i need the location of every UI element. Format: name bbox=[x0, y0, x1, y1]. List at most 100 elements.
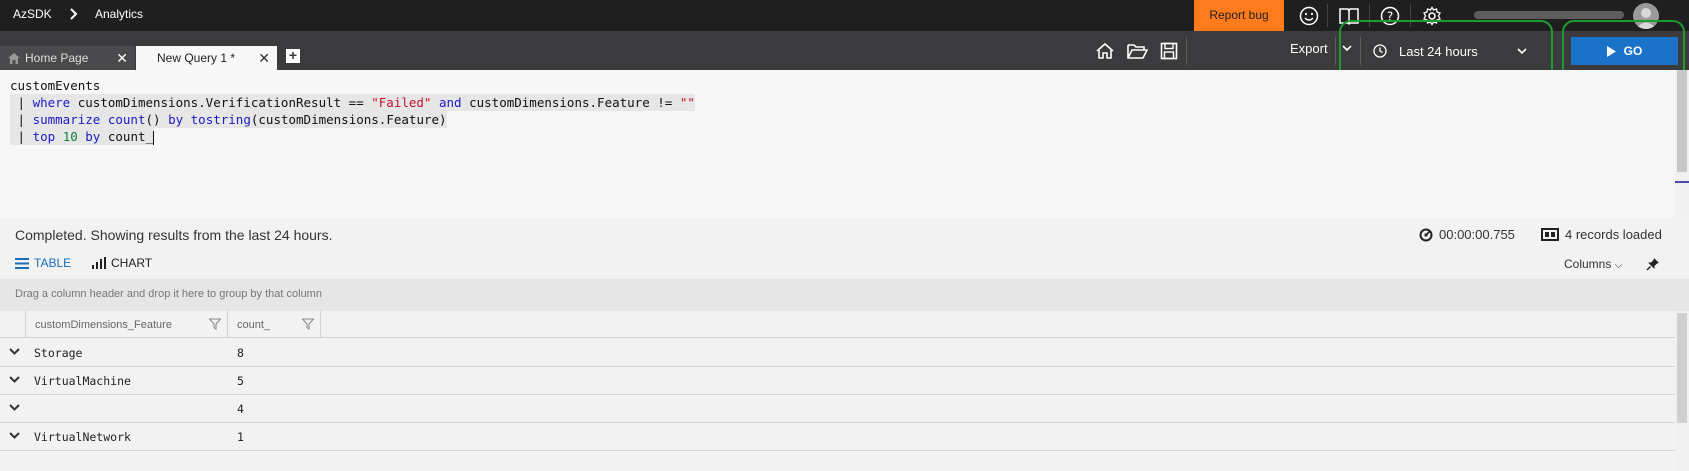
timer-icon bbox=[1419, 228, 1433, 242]
code-token: count_ bbox=[100, 129, 154, 144]
table-row[interactable]: VirtualMachine 5 bbox=[0, 367, 1675, 395]
smiley-icon[interactable] bbox=[1296, 3, 1322, 29]
chevron-down-icon[interactable] bbox=[9, 348, 20, 355]
chevron-down-icon[interactable] bbox=[9, 404, 20, 411]
divider bbox=[1410, 4, 1411, 27]
code-line: customEvents bbox=[10, 77, 100, 94]
code-line: | summarize count() by tostring(customDi… bbox=[10, 111, 447, 128]
results-grid: customDimensions_Feature count_ Storage … bbox=[0, 311, 1675, 471]
go-button[interactable]: GO bbox=[1571, 37, 1678, 65]
divider bbox=[1335, 37, 1336, 65]
code-token: 10 bbox=[62, 129, 78, 144]
clock-icon bbox=[1373, 44, 1387, 58]
columns-label: Columns bbox=[1564, 257, 1612, 271]
code-token: count bbox=[107, 112, 146, 127]
table-row[interactable]: Storage 8 bbox=[0, 339, 1675, 367]
tab-new-query-1[interactable]: New Query 1 * ✕ bbox=[136, 46, 277, 70]
open-folder-icon[interactable] bbox=[1124, 39, 1150, 63]
close-icon[interactable]: ✕ bbox=[116, 51, 128, 65]
columns-button[interactable]: Columns ⌵ bbox=[1564, 257, 1622, 271]
divider bbox=[1327, 4, 1328, 27]
chevron-down-icon[interactable] bbox=[9, 376, 20, 383]
group-drop-area[interactable]: Drag a column header and drop it here to… bbox=[0, 279, 1689, 311]
add-tab-button[interactable]: + bbox=[286, 48, 300, 63]
code-token: (customDimensions.Feature) bbox=[250, 112, 447, 127]
results-header: Completed. Showing results from the last… bbox=[0, 217, 1689, 279]
divider bbox=[1186, 37, 1187, 65]
bar-chart-icon bbox=[92, 257, 106, 269]
cell-feature: Storage bbox=[34, 346, 83, 360]
close-icon[interactable]: ✕ bbox=[258, 51, 270, 65]
play-icon bbox=[1606, 45, 1616, 57]
scrollbar-thumb[interactable] bbox=[1677, 70, 1687, 172]
cell-count: 5 bbox=[237, 374, 244, 388]
chevron-down-icon[interactable] bbox=[1342, 44, 1352, 52]
time-range-dropdown[interactable]: Last 24 hours bbox=[1363, 37, 1541, 65]
records-icon bbox=[1541, 228, 1559, 241]
column-header-count[interactable]: count_ bbox=[228, 311, 321, 338]
filter-icon[interactable] bbox=[302, 318, 314, 330]
chevron-down-icon: ⌵ bbox=[1614, 260, 1623, 271]
tab-home-page[interactable]: Home Page ✕ bbox=[0, 46, 135, 70]
home-icon[interactable] bbox=[1092, 39, 1118, 63]
code-token: | bbox=[10, 95, 33, 110]
code-token: by bbox=[85, 129, 101, 144]
tab-table[interactable]: TABLE bbox=[15, 256, 71, 270]
cell-count: 4 bbox=[237, 402, 244, 416]
avatar[interactable] bbox=[1633, 3, 1659, 29]
user-name-redacted bbox=[1474, 11, 1624, 19]
tab-label: New Query 1 * bbox=[157, 51, 236, 65]
pin-icon[interactable] bbox=[1646, 257, 1660, 271]
code-token: top bbox=[32, 129, 56, 144]
filter-icon[interactable] bbox=[209, 318, 221, 330]
code-token: and bbox=[439, 95, 462, 110]
table-row[interactable]: VirtualNetwork 1 bbox=[0, 423, 1675, 451]
export-button[interactable]: Export bbox=[1290, 41, 1328, 56]
code-token: "Failed" bbox=[371, 95, 432, 110]
divider bbox=[1562, 37, 1563, 65]
go-label: GO bbox=[1623, 44, 1643, 58]
text-cursor bbox=[153, 130, 155, 145]
divider bbox=[1369, 4, 1370, 27]
records-text: 4 records loaded bbox=[1565, 227, 1662, 242]
grid-header: customDimensions_Feature count_ bbox=[0, 311, 1675, 338]
query-editor[interactable]: customEvents | where customDimensions.Ve… bbox=[0, 70, 1675, 217]
tab-label: Home Page bbox=[25, 51, 89, 65]
cell-feature: VirtualNetwork bbox=[34, 430, 131, 444]
code-token: by bbox=[168, 112, 184, 127]
help-icon[interactable]: ? bbox=[1377, 3, 1403, 29]
cell-feature: VirtualMachine bbox=[34, 374, 131, 388]
time-range-label: Last 24 hours bbox=[1399, 43, 1478, 59]
save-icon[interactable] bbox=[1156, 39, 1182, 63]
cell-count: 8 bbox=[237, 346, 244, 360]
svg-text:?: ? bbox=[1387, 10, 1393, 24]
column-header-feature[interactable]: customDimensions_Feature bbox=[26, 311, 228, 338]
tab-chart[interactable]: CHART bbox=[92, 256, 152, 270]
report-bug-button[interactable]: Report bug bbox=[1194, 0, 1284, 31]
breadcrumb-analytics[interactable]: Analytics bbox=[95, 7, 143, 21]
code-token: | bbox=[10, 129, 33, 144]
editor-scrollbar[interactable] bbox=[1675, 70, 1689, 217]
code-token: where bbox=[32, 95, 71, 110]
settings-icon[interactable] bbox=[1419, 3, 1445, 29]
code-token: customDimensions.VerificationResult == bbox=[70, 95, 372, 110]
table-icon bbox=[15, 257, 29, 269]
book-icon[interactable] bbox=[1336, 3, 1362, 29]
code-token: tostring bbox=[190, 112, 251, 127]
scrollbar-thumb[interactable] bbox=[1677, 313, 1687, 423]
tab-chart-label: CHART bbox=[111, 256, 153, 270]
query-duration: 00:00:00.755 bbox=[1419, 227, 1515, 242]
grid-scrollbar[interactable] bbox=[1675, 311, 1689, 471]
expander-column-header bbox=[0, 311, 26, 338]
top-bar: AzSDK Analytics Report bug ? bbox=[0, 0, 1689, 31]
chevron-down-icon[interactable] bbox=[9, 432, 20, 439]
table-row[interactable]: 4 bbox=[0, 395, 1675, 423]
duration-text: 00:00:00.755 bbox=[1439, 227, 1515, 242]
tab-table-label: TABLE bbox=[34, 256, 72, 270]
app-name[interactable]: AzSDK bbox=[13, 7, 52, 21]
divider bbox=[1360, 37, 1361, 65]
